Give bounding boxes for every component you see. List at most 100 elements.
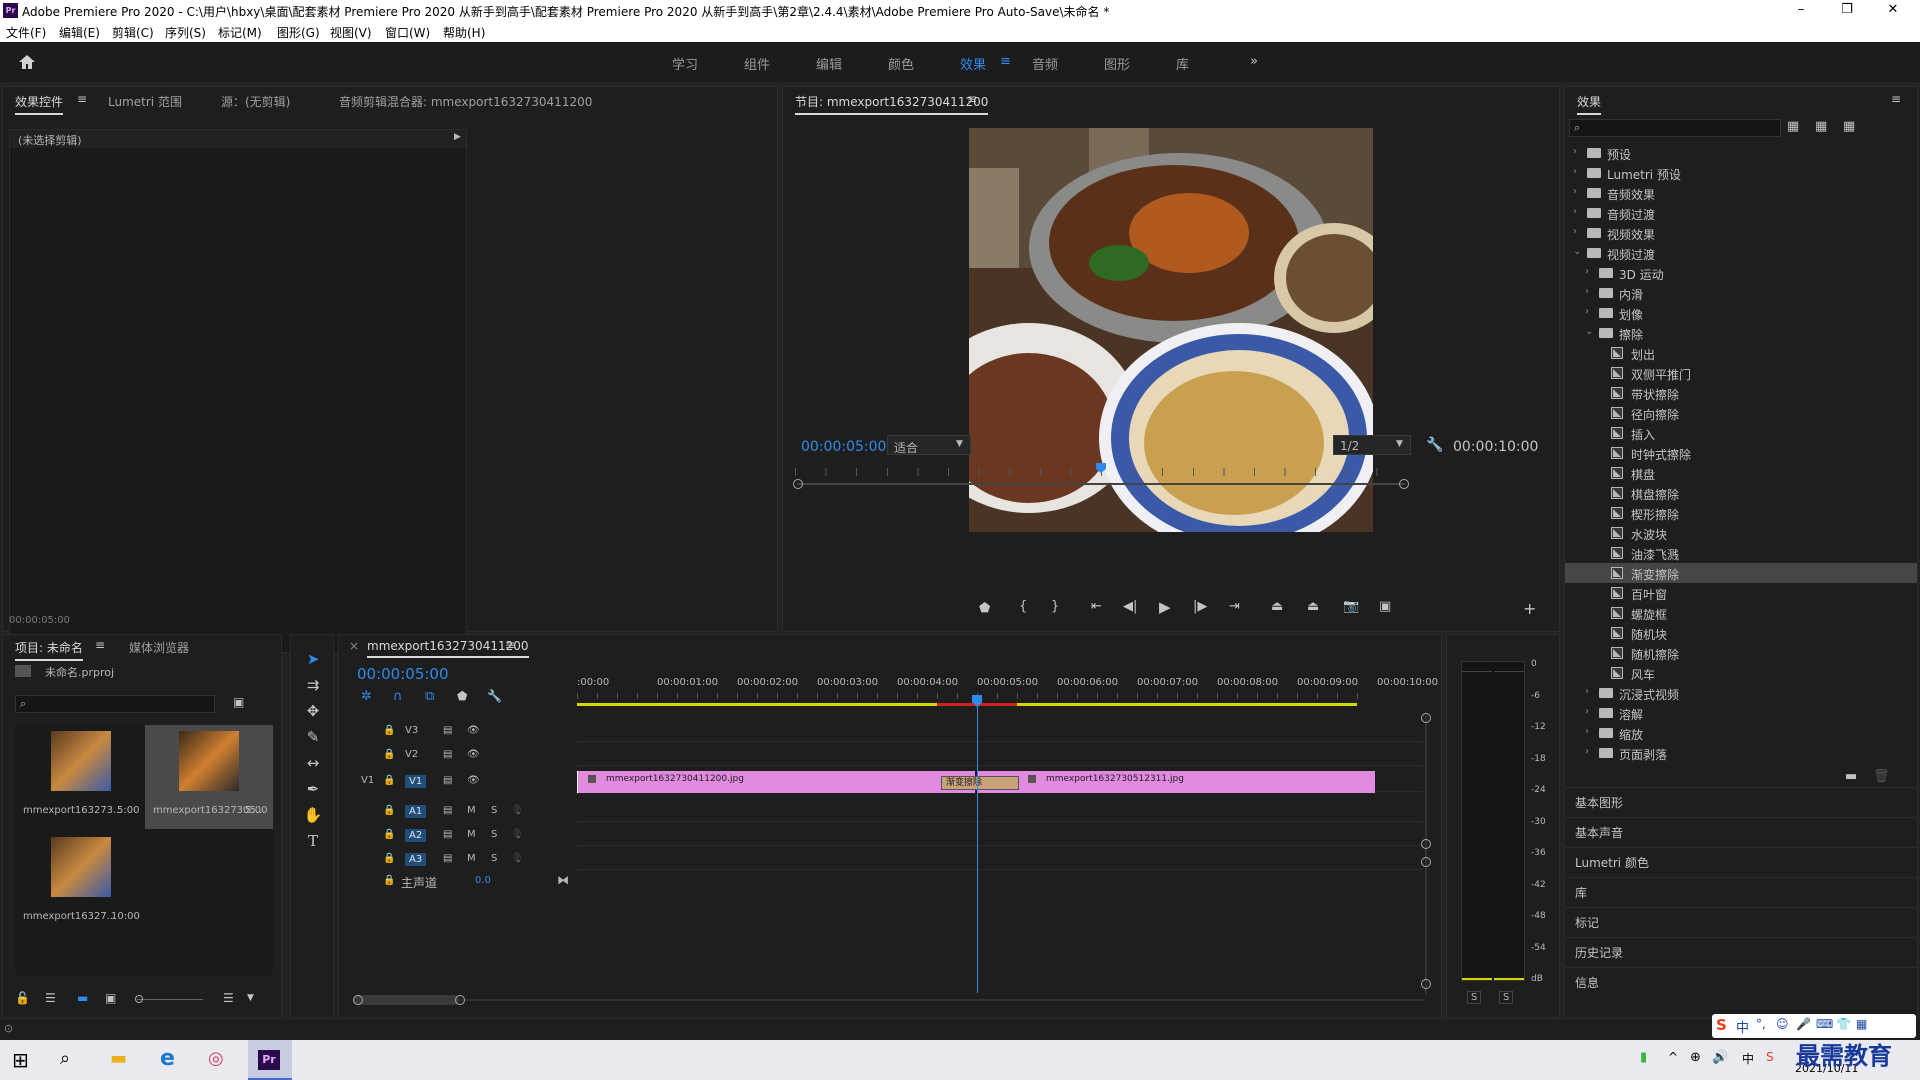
- transition-clip[interactable]: 渐变擦除: [941, 776, 1019, 790]
- resolution-dropdown[interactable]: 1/2 ▼: [1333, 435, 1411, 455]
- menu-sequence[interactable]: 序列(S): [165, 24, 206, 41]
- menu-marker[interactable]: 标记(M): [218, 24, 262, 41]
- fit-dropdown[interactable]: 适合 ▼: [887, 435, 971, 455]
- program-monitor-title[interactable]: 节目: mmexport1632730411200: [795, 93, 989, 115]
- ime-mode[interactable]: 中: [1736, 1017, 1749, 1036]
- sequence-menu-icon[interactable]: ≡: [505, 638, 515, 652]
- menu-help[interactable]: 帮助(H): [443, 24, 485, 41]
- sync-lock-icon[interactable]: ▤: [443, 725, 452, 736]
- timeline-playhead[interactable]: [977, 695, 978, 993]
- nest-icon[interactable]: ✲: [361, 689, 372, 704]
- lock-icon[interactable]: 🔒: [383, 749, 395, 760]
- track-target[interactable]: A2: [405, 829, 427, 842]
- project-menu-icon[interactable]: ≡: [95, 638, 105, 652]
- collapsed-panel-header[interactable]: 历史记录: [1565, 937, 1917, 965]
- workspace-effects[interactable]: 效果: [960, 54, 986, 73]
- workspace-menu-icon[interactable]: ≡: [1000, 54, 1011, 69]
- expand-arrow-icon[interactable]: ▶: [454, 132, 461, 142]
- effects-folder[interactable]: › 预设: [1565, 143, 1917, 163]
- effect-item[interactable]: 带状擦除: [1565, 383, 1917, 403]
- lock-icon[interactable]: 🔒: [383, 853, 395, 864]
- hscroll-handle-right[interactable]: [455, 995, 465, 1005]
- horizontal-scrollbar[interactable]: [353, 999, 1423, 1001]
- effects-folder[interactable]: › 缩放: [1565, 723, 1917, 743]
- comparison-view-icon[interactable]: ▣: [1379, 599, 1391, 614]
- workspace-color[interactable]: 颜色: [888, 54, 914, 73]
- sync-lock-icon[interactable]: ▤: [443, 829, 452, 840]
- tab-audio-clip-mixer[interactable]: 音频剪辑混合器: mmexport1632730411200: [339, 93, 592, 110]
- chevron-right-icon[interactable]: ›: [1585, 686, 1589, 697]
- icon-view-icon[interactable]: ▬: [77, 991, 88, 1005]
- zoom-slider[interactable]: [137, 999, 203, 1000]
- tab-effect-controls[interactable]: 效果控件: [15, 93, 64, 115]
- effects-search-input[interactable]: ⌕: [1569, 119, 1781, 137]
- track-target[interactable]: V2: [405, 749, 418, 760]
- voiceover-icon[interactable]: 🎙: [511, 853, 524, 864]
- voiceover-icon[interactable]: 🎙: [511, 805, 524, 816]
- premiere-taskbar-button[interactable]: Pr: [248, 1040, 292, 1080]
- tab-project[interactable]: 项目: 未命名: [15, 639, 83, 661]
- ripple-edit-tool-icon[interactable]: ✥: [301, 699, 325, 723]
- zoom-handle-right[interactable]: [1399, 479, 1409, 489]
- tab-lumetri-scopes[interactable]: Lumetri 范围: [108, 93, 182, 110]
- effects-folder[interactable]: › 视频效果: [1565, 223, 1917, 243]
- close-button[interactable]: ✕: [1870, 0, 1916, 22]
- button-editor-icon[interactable]: +: [1523, 599, 1536, 618]
- effect-item[interactable]: 螺旋框: [1565, 603, 1917, 623]
- vscroll-handle-top[interactable]: [1421, 713, 1431, 723]
- add-marker-icon[interactable]: ⬟: [457, 689, 467, 703]
- track-target[interactable]: A3: [405, 853, 427, 866]
- sogou-tray-icon[interactable]: S: [1766, 1050, 1774, 1064]
- zoom-handle-left[interactable]: [793, 479, 803, 489]
- sort-icon[interactable]: ☰: [223, 991, 234, 1005]
- source-patch[interactable]: V1: [361, 775, 374, 786]
- effects-folder[interactable]: › 划像: [1565, 303, 1917, 323]
- vertical-scrollbar[interactable]: [1425, 715, 1427, 995]
- effects-folder[interactable]: › 内滑: [1565, 283, 1917, 303]
- chevron-right-icon[interactable]: ›: [1573, 206, 1577, 217]
- linked-selection-icon[interactable]: ⧉: [425, 689, 434, 704]
- chevron-right-icon[interactable]: ›: [1573, 146, 1577, 157]
- track-select-tool-icon[interactable]: ⇉: [301, 673, 325, 697]
- skin-icon[interactable]: 👕: [1836, 1017, 1851, 1031]
- lock-icon[interactable]: 🔒: [383, 775, 395, 786]
- effect-item[interactable]: 时钟式擦除: [1565, 443, 1917, 463]
- mute-button[interactable]: M: [467, 853, 476, 864]
- mark-in-icon[interactable]: {: [1019, 599, 1027, 614]
- video-clip[interactable]: mmexport1632730411200.jpg: [577, 771, 975, 793]
- effects-folder[interactable]: › 音频过渡: [1565, 203, 1917, 223]
- minimize-button[interactable]: –: [1778, 0, 1824, 22]
- lock-icon[interactable]: 🔒: [383, 829, 395, 840]
- effect-item[interactable]: 双侧平推门: [1565, 363, 1917, 383]
- ime-toolbar[interactable]: S 中 °, ☺ 🎤 ⌨ 👕 ▦: [1712, 1014, 1916, 1038]
- menu-graphics[interactable]: 图形(G): [277, 24, 320, 41]
- effects-folder[interactable]: › 页面剥落: [1565, 743, 1917, 763]
- program-current-timecode[interactable]: 00:00:05:00: [801, 439, 886, 455]
- go-to-out-icon[interactable]: ⇥: [1229, 599, 1240, 614]
- workspace-editing[interactable]: 编辑: [816, 54, 842, 73]
- effects-folder[interactable]: ⌄ 视频过渡: [1565, 243, 1917, 263]
- track-target[interactable]: V3: [405, 725, 418, 736]
- chevron-down-icon[interactable]: ⌄: [1573, 246, 1581, 257]
- master-collapse-icon[interactable]: ⧓: [557, 873, 569, 887]
- menu-clip[interactable]: 剪辑(C): [112, 24, 154, 41]
- close-sequence-icon[interactable]: ×: [349, 639, 359, 653]
- effects-folder[interactable]: › 音频效果: [1565, 183, 1917, 203]
- timeline-ruler[interactable]: :00:00 00:00:01:00 00:00:02:00 00:00:03:00 0…: [577, 665, 1438, 705]
- wrench-icon[interactable]: 🔧: [1426, 437, 1443, 453]
- tab-source[interactable]: 源：(无剪辑): [221, 93, 290, 110]
- effect-item[interactable]: 油漆飞溅: [1565, 543, 1917, 563]
- emoji-icon[interactable]: ☺: [1776, 1017, 1789, 1031]
- collapsed-panel-header[interactable]: 基本图形: [1565, 787, 1917, 815]
- tab-media-browser[interactable]: 媒体浏览器: [129, 639, 189, 656]
- visibility-icon[interactable]: 👁: [467, 725, 480, 736]
- collapsed-panel-header[interactable]: Lumetri 颜色: [1565, 847, 1917, 875]
- hand-tool-icon[interactable]: ✋: [301, 803, 325, 827]
- workspace-audio[interactable]: 音频: [1032, 54, 1058, 73]
- selection-tool-icon[interactable]: ➤: [301, 647, 325, 671]
- chevron-right-icon[interactable]: ›: [1585, 726, 1589, 737]
- sync-lock-icon[interactable]: ▤: [443, 805, 452, 816]
- effect-item[interactable]: 风车: [1565, 663, 1917, 683]
- lock-icon[interactable]: 🔒: [383, 875, 395, 886]
- new-bin-icon[interactable]: ▬: [1845, 769, 1857, 784]
